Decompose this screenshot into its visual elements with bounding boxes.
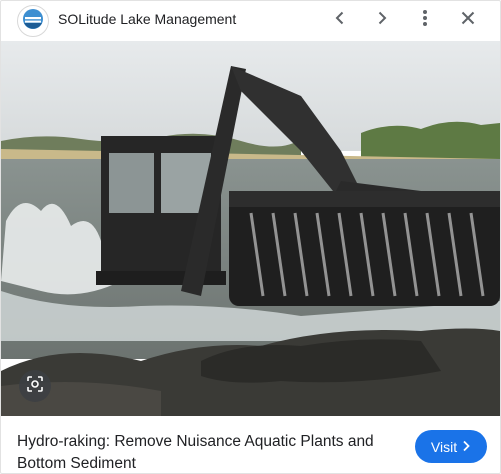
solitude-logo-icon (22, 8, 44, 35)
visit-label: Visit (430, 438, 458, 455)
previous-button[interactable] (327, 7, 353, 33)
hydro-rake-photo (1, 41, 500, 416)
image-preview-card: SOLitude Lake Management Hydro-raking: R… (0, 0, 501, 474)
chevron-right-icon (375, 11, 389, 30)
next-button[interactable] (369, 7, 395, 33)
visit-button[interactable]: Visit (415, 430, 487, 463)
more-vert-icon (422, 9, 428, 32)
preview-image[interactable] (1, 41, 500, 416)
lens-search-icon (26, 375, 44, 398)
close-button[interactable] (455, 7, 481, 33)
preview-header: SOLitude Lake Management (1, 1, 500, 41)
chevron-left-icon (333, 11, 347, 30)
close-icon (461, 11, 475, 30)
site-logo[interactable] (17, 5, 49, 37)
site-name[interactable]: SOLitude Lake Management (58, 11, 236, 27)
image-title[interactable]: Hydro-raking: Remove Nuisance Aquatic Pl… (17, 431, 397, 473)
more-options-button[interactable] (412, 7, 438, 33)
lens-search-button[interactable] (19, 370, 51, 402)
chevron-right-icon (461, 439, 471, 455)
